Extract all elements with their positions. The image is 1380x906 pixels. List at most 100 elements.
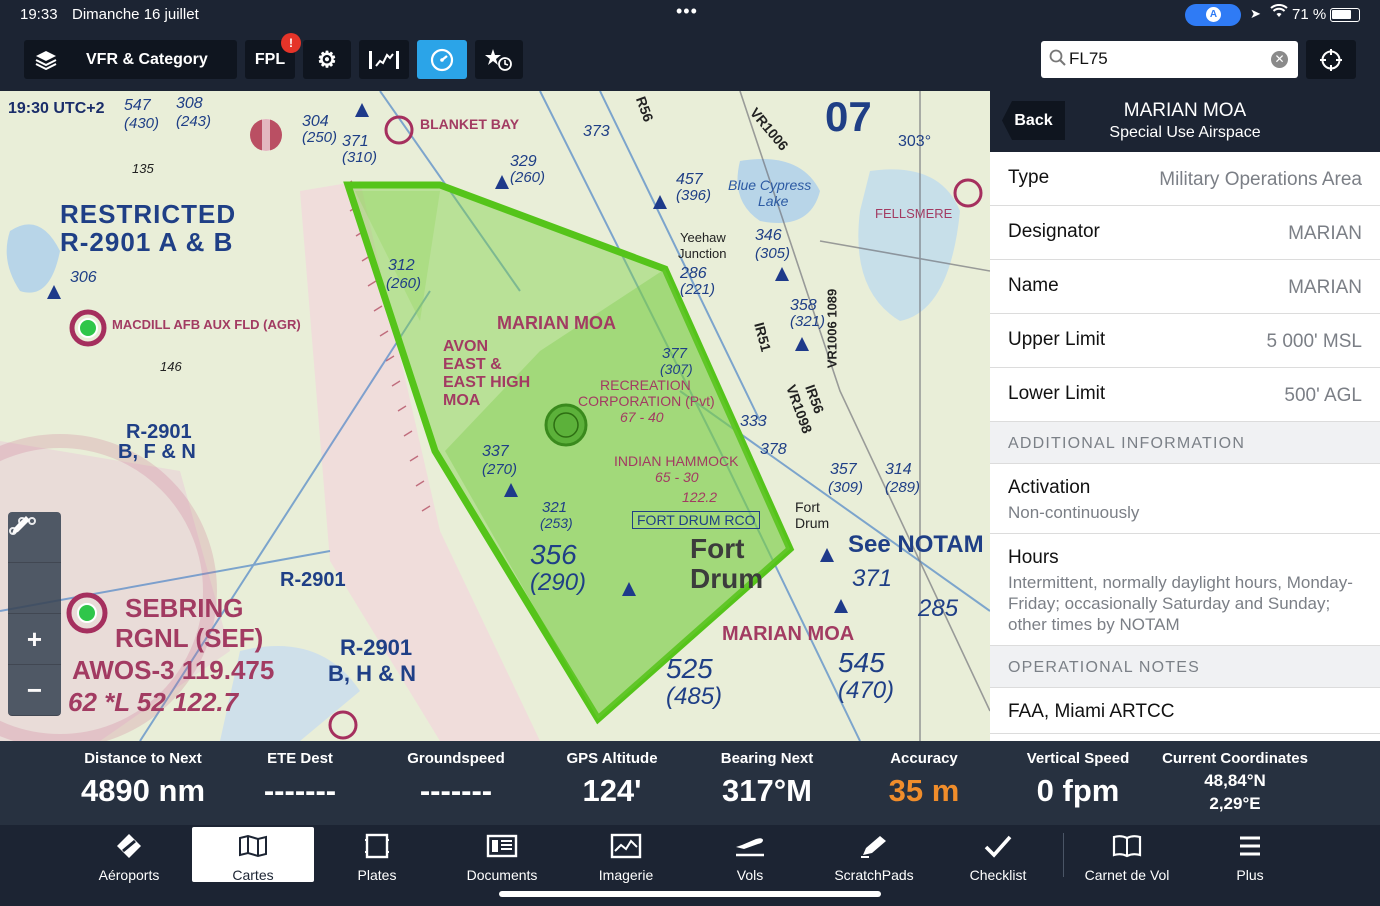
instrument-current-coordinates[interactable]: Current Coordinates 48,84°N 2,29°E — [1160, 750, 1310, 815]
nav-item-airports[interactable]: Aéroports — [68, 827, 190, 883]
instrument-label: Bearing Next — [720, 750, 814, 767]
top-bar: 19:33 Dimanche 16 juillet ••• A ➤ 71 % V… — [0, 0, 1380, 91]
map-icon — [239, 834, 267, 858]
plates-icon — [365, 833, 389, 859]
flights-icon — [736, 838, 764, 857]
instrument-value: 124' — [582, 773, 642, 808]
instrument-accuracy[interactable]: Accuracy 35 m — [864, 750, 984, 809]
panel-header: Back MARIAN MOA Special Use Airspace — [990, 91, 1380, 152]
checklist-icon — [984, 835, 1012, 858]
detail-value: 500' AGL — [1284, 385, 1362, 406]
zoom-out-button[interactable]: − — [8, 665, 61, 716]
layers-icon — [24, 50, 68, 70]
layers-button[interactable]: VFR & Category — [24, 40, 237, 79]
detail-value: Intermittent, normally daylight hours, M… — [1008, 573, 1353, 634]
clear-search-icon[interactable]: ✕ — [1271, 51, 1288, 68]
nav-item-scratchpads[interactable]: ScratchPads — [813, 827, 935, 883]
section-header-operational: OPERATIONAL NOTES — [990, 646, 1380, 688]
fpl-label: FPL — [254, 50, 286, 68]
instrument-bearing-next[interactable]: Bearing Next 317°M — [707, 750, 827, 809]
detail-row-type: Type Military Operations Area — [990, 152, 1380, 206]
minus-icon: − — [26, 674, 43, 705]
zoom-in-button[interactable]: + — [8, 614, 61, 665]
nav-item-maps[interactable]: Cartes — [192, 827, 314, 883]
instrument-distance-to-next[interactable]: Distance to Next 4890 nm — [72, 750, 214, 809]
nav-item-checklist[interactable]: Checklist — [937, 827, 1059, 883]
star-clock-icon — [485, 48, 512, 71]
instrument-label: Distance to Next — [84, 750, 202, 767]
airport-icon — [117, 834, 141, 858]
route-button[interactable] — [8, 517, 61, 614]
instrument-label: ETE Dest — [267, 750, 333, 767]
nav-label: Carnet de Vol — [1084, 867, 1170, 883]
airport-marker-recreation[interactable] — [544, 403, 588, 447]
airport-marker-military[interactable] — [250, 119, 282, 151]
instrument-label: Accuracy — [890, 750, 958, 767]
nav-label: Cartes — [232, 867, 274, 883]
favorites-recents-button[interactable] — [475, 40, 523, 79]
map-canvas — [0, 91, 990, 741]
nav-label: ScratchPads — [834, 867, 914, 883]
nav-item-flights[interactable]: Vols — [689, 827, 811, 883]
detail-key: FAA, Miami ARTCC — [1008, 701, 1175, 722]
nav-item-documents[interactable]: Documents — [441, 827, 563, 883]
detail-row-lower-limit: Lower Limit 500' AGL — [990, 368, 1380, 422]
instrument-gps-altitude[interactable]: GPS Altitude 124' — [552, 750, 672, 809]
route-icon — [9, 517, 36, 535]
nav-divider — [1063, 833, 1064, 877]
instrument-label: Current Coordinates — [1162, 750, 1308, 767]
nav-item-plates[interactable]: Plates — [316, 827, 438, 883]
instrument-strip[interactable]: Distance to Next 4890 nm ETE Dest ------… — [0, 741, 1380, 825]
detail-key: Designator — [1008, 221, 1100, 242]
locate-button[interactable] — [1306, 40, 1356, 79]
detail-value: Non-continuously — [1008, 503, 1140, 522]
instrument-value: 35 m — [888, 773, 960, 808]
more-icon — [1240, 836, 1260, 856]
detail-value: 5 000' MSL — [1266, 331, 1362, 352]
fpl-button[interactable]: FPL ! — [245, 33, 301, 79]
detail-block-operational: FAA, Miami ARTCC — [990, 688, 1380, 734]
gauge-icon — [430, 48, 454, 71]
status-bar: 19:33 Dimanche 16 juillet ••• A ➤ 71 % — [0, 0, 1380, 28]
instruments-button[interactable] — [417, 40, 467, 79]
settings-button[interactable]: ⚙ — [303, 40, 351, 79]
location-icon: ➤ — [1250, 6, 1261, 21]
documents-icon — [486, 834, 518, 858]
nav-label: Vols — [736, 867, 764, 883]
detail-block-hours: Hours Intermittent, normally daylight ho… — [990, 534, 1380, 646]
detail-key: Hours — [1008, 547, 1059, 568]
nav-item-more[interactable]: Plus — [1189, 827, 1311, 883]
instrument-label: Vertical Speed — [1026, 750, 1130, 767]
fpl-alert-badge: ! — [281, 33, 301, 53]
instrument-value: 317°M — [722, 773, 812, 808]
crosshair-icon — [1320, 48, 1342, 71]
instrument-ete-dest[interactable]: ETE Dest ------- — [240, 750, 360, 809]
instrument-label: Groundspeed — [407, 750, 505, 767]
search-input[interactable] — [1069, 49, 1259, 69]
detail-key: Upper Limit — [1008, 329, 1106, 350]
detail-row-designator: Designator MARIAN — [990, 206, 1380, 260]
instrument-groundspeed[interactable]: Groundspeed ------- — [396, 750, 516, 809]
multitask-dots[interactable]: ••• — [676, 1, 698, 22]
layers-label: VFR & Category — [86, 50, 208, 68]
nav-label: Plus — [1236, 867, 1264, 883]
back-button[interactable]: Back — [1002, 101, 1065, 140]
home-indicator[interactable] — [499, 891, 881, 897]
battery-icon — [1330, 8, 1360, 22]
sectional-map[interactable]: 19:30 UTC+2 RESTRICTED R-2901 A & B MARI… — [0, 91, 990, 741]
nav-item-logbook[interactable]: Carnet de Vol — [1066, 827, 1188, 883]
instrument-value: 48,84°N — [1204, 771, 1266, 790]
panel-subtitle: Special Use Airspace — [1109, 124, 1261, 141]
detail-row-name: Name MARIAN — [990, 260, 1380, 314]
instrument-vertical-speed[interactable]: Vertical Speed 0 fpm — [1018, 750, 1138, 809]
airspace-detail-panel: Back MARIAN MOA Special Use Airspace Typ… — [990, 91, 1380, 741]
plus-icon: + — [26, 623, 43, 654]
map-tools: + − — [8, 512, 61, 716]
search-box[interactable]: ✕ — [1041, 41, 1298, 78]
status-date: Dimanche 16 juillet — [72, 6, 199, 23]
profile-view-button[interactable] — [359, 40, 409, 79]
detail-value: MARIAN — [1288, 277, 1362, 298]
instrument-value: 0 fpm — [1036, 773, 1120, 808]
nav-item-imagery[interactable]: Imagerie — [565, 827, 687, 883]
detail-value: Military Operations Area — [1159, 169, 1362, 190]
